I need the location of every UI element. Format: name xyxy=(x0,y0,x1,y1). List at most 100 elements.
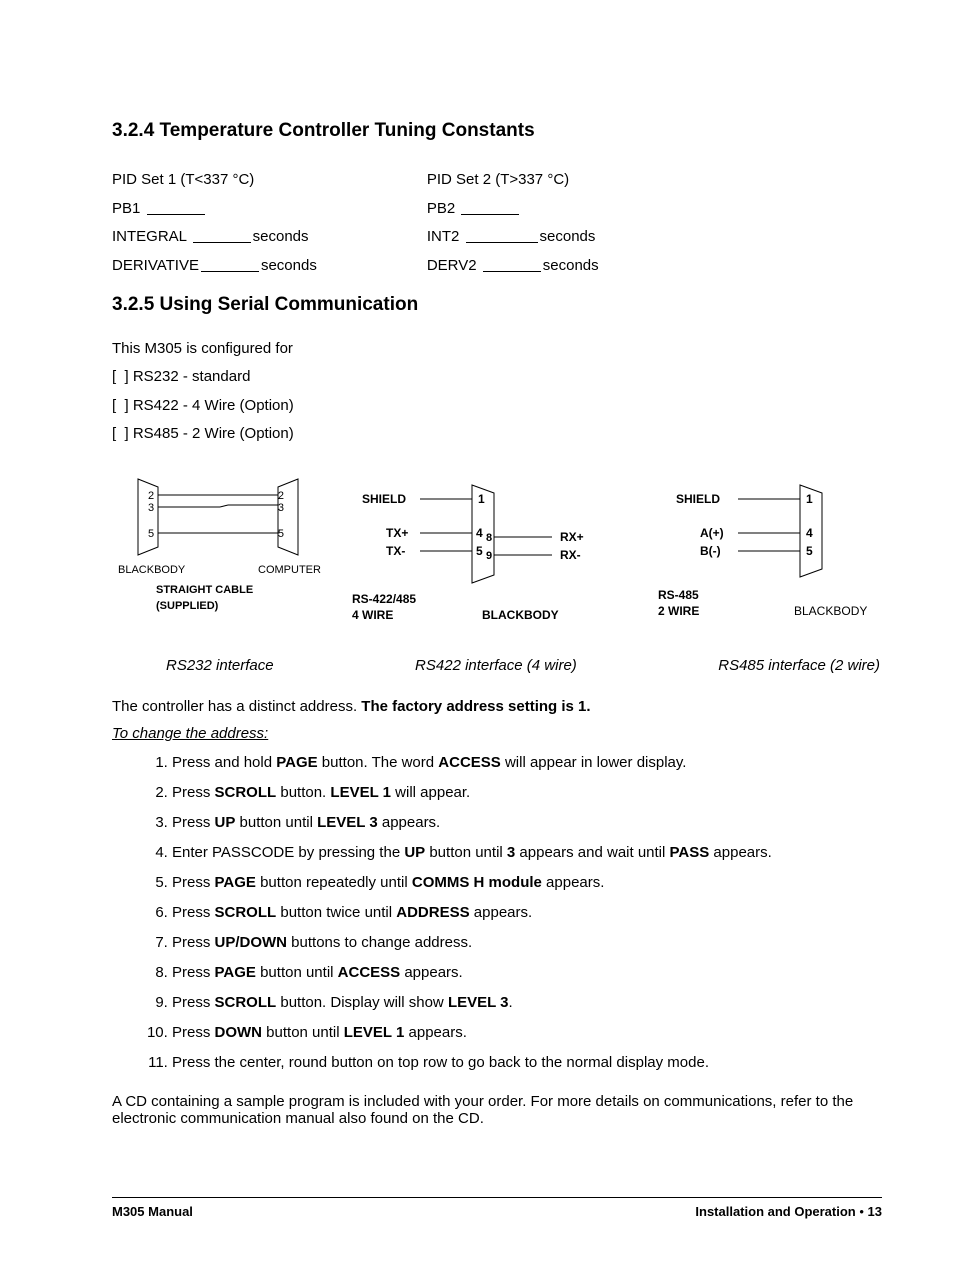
step-6: Press SCROLL button twice until ADDRESS … xyxy=(172,902,882,923)
pid-set-2-column: PID Set 2 (T>337 °C) PB2 INT2 seconds DE… xyxy=(427,166,599,280)
t: appears. xyxy=(709,844,772,861)
rs422-pin1: 1 xyxy=(478,492,485,506)
t: LEVEL 1 xyxy=(330,784,391,801)
t: appears. xyxy=(542,874,605,891)
config-options: [ ] RS232 - standard [ ] RS422 - 4 Wire … xyxy=(112,363,882,449)
pid1-title: PID Set 1 (T<337 °C) xyxy=(112,166,317,195)
rs232-right-label: COMPUTER xyxy=(258,564,321,576)
step-10: Press DOWN button until LEVEL 1 appears. xyxy=(172,1022,882,1043)
t: UP xyxy=(404,844,425,861)
rs485-b-label: B(-) xyxy=(700,544,721,558)
pid-set-1-column: PID Set 1 (T<337 °C) PB1 INTEGRAL second… xyxy=(112,166,317,280)
pin-2-left: 2 xyxy=(148,490,154,502)
controller-address-line: The controller has a distinct address. T… xyxy=(112,698,882,715)
step-1: Press and hold PAGE button. The word ACC… xyxy=(172,752,882,773)
t: SCROLL xyxy=(215,784,277,801)
t: will appear. xyxy=(391,784,470,801)
footer-right-a: Installation and Operation xyxy=(695,1204,859,1219)
t: 3 xyxy=(507,844,515,861)
rs422-rxm-label: RX- xyxy=(560,548,581,562)
t: buttons to change address. xyxy=(287,934,472,951)
rs485-bottom-left-a: RS-485 xyxy=(658,588,699,602)
pid1-derivative: DERIVATIVEseconds xyxy=(112,252,317,281)
pid2-integral-unit: seconds xyxy=(540,228,596,245)
wiring-diagrams-row: 2 3 5 2 3 5 BLACKBODY COMPUTER STRAIGHT … xyxy=(112,469,882,629)
rs485-diagram: SHIELD A(+) B(-) 1 4 5 RS-485 2 WIRE BLA… xyxy=(652,479,882,629)
pid1-derivative-unit: seconds xyxy=(261,257,317,274)
rs422-pin9: 9 xyxy=(486,550,492,562)
t: Press xyxy=(172,964,215,981)
footer-left: M305 Manual xyxy=(112,1204,193,1219)
t: SCROLL xyxy=(215,904,277,921)
t: Press xyxy=(172,994,215,1011)
rs422-txp-label: TX+ xyxy=(386,526,408,540)
t: Press xyxy=(172,874,215,891)
t: PASS xyxy=(670,844,710,861)
t: button until xyxy=(235,814,317,831)
step-4: Enter PASSCODE by pressing the UP button… xyxy=(172,842,882,863)
step-11: Press the center, round button on top ro… xyxy=(172,1052,882,1073)
t: button. xyxy=(276,784,330,801)
t: Press and hold xyxy=(172,754,276,771)
pid2-integral-label: INT2 xyxy=(427,228,460,245)
rs422-diagram: SHIELD TX+ TX- RX+ RX- 1 4 5 8 9 RS-422/… xyxy=(342,479,632,629)
document-page: 3.2.4 Temperature Controller Tuning Cons… xyxy=(0,0,954,1259)
caption-rs422: RS422 interface (4 wire) xyxy=(415,657,577,674)
footer-page-num: 13 xyxy=(864,1204,882,1219)
rs422-pin8: 8 xyxy=(486,532,492,544)
t: DOWN xyxy=(215,1024,263,1041)
pid2-pb: PB2 xyxy=(427,195,599,224)
config-intro: This M305 is configured for xyxy=(112,340,882,357)
pid2-pb-label: PB2 xyxy=(427,200,455,217)
blank-line xyxy=(201,271,259,272)
rs485-pin5: 5 xyxy=(806,544,813,558)
rs485-pin4: 4 xyxy=(806,526,813,540)
pid2-integral: INT2 seconds xyxy=(427,223,599,252)
pin-3-left: 3 xyxy=(148,502,154,514)
t: button repeatedly until xyxy=(256,874,412,891)
pid2-derivative-label: DERV2 xyxy=(427,257,477,274)
rs422-shield-label: SHIELD xyxy=(362,492,406,506)
blank-line xyxy=(147,214,205,215)
blank-line xyxy=(466,242,538,243)
pid1-integral-unit: seconds xyxy=(253,228,309,245)
t: appears and wait until xyxy=(515,844,669,861)
pid1-pb: PB1 xyxy=(112,195,317,224)
t: appears. xyxy=(400,964,463,981)
t: ACCESS xyxy=(338,964,401,981)
rs232-diagram: 2 3 5 2 3 5 BLACKBODY COMPUTER STRAIGHT … xyxy=(112,469,322,629)
blank-line xyxy=(461,214,519,215)
change-address-heading: To change the address: xyxy=(112,725,882,742)
opt-rs422: [ ] RS422 - 4 Wire (Option) xyxy=(112,392,882,421)
t: PAGE xyxy=(215,964,256,981)
step-8: Press PAGE button until ACCESS appears. xyxy=(172,962,882,983)
pid1-integral-label: INTEGRAL xyxy=(112,228,186,245)
t: Enter PASSCODE by pressing the xyxy=(172,844,404,861)
t: button until xyxy=(262,1024,344,1041)
rs485-bottom-left-b: 2 WIRE xyxy=(658,604,699,618)
t: UP/DOWN xyxy=(215,934,288,951)
caption-rs485: RS485 interface (2 wire) xyxy=(718,657,880,674)
rs422-txm-label: TX- xyxy=(386,544,405,558)
t: COMMS H module xyxy=(412,874,542,891)
t: button until xyxy=(256,964,338,981)
rs422-pin4: 4 xyxy=(476,526,483,540)
t: appears. xyxy=(404,1024,467,1041)
pin-2-right: 2 xyxy=(278,490,284,502)
address-line-a: The controller has a distinct address. xyxy=(112,698,361,715)
blank-line xyxy=(483,271,541,272)
t: button. The word xyxy=(318,754,439,771)
step-5: Press PAGE button repeatedly until COMMS… xyxy=(172,872,882,893)
footer-right: Installation and Operation • 13 xyxy=(695,1204,882,1219)
t: PAGE xyxy=(215,874,256,891)
t: LEVEL 1 xyxy=(344,1024,405,1041)
section-heading-324: 3.2.4 Temperature Controller Tuning Cons… xyxy=(112,120,882,142)
caption-rs232: RS232 interface xyxy=(166,657,274,674)
pid1-pb-label: PB1 xyxy=(112,200,140,217)
t: Press xyxy=(172,784,215,801)
step-2: Press SCROLL button. LEVEL 1 will appear… xyxy=(172,782,882,803)
rs485-a-label: A(+) xyxy=(700,526,724,540)
rs485-bottom-right: BLACKBODY xyxy=(794,604,867,618)
closing-paragraph: A CD containing a sample program is incl… xyxy=(112,1093,882,1127)
pid-constants-grid: PID Set 1 (T<337 °C) PB1 INTEGRAL second… xyxy=(112,166,882,280)
